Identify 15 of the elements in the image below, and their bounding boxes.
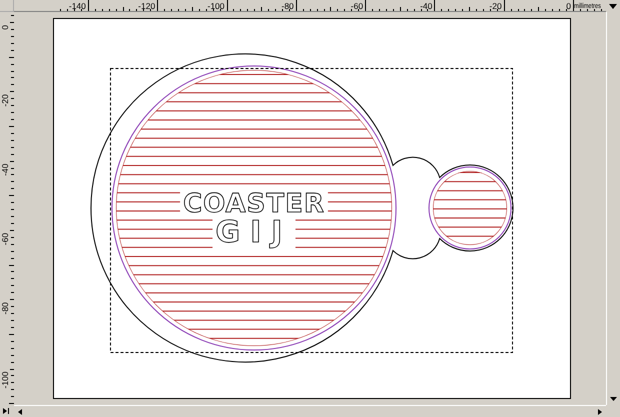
ruler-label: -80 xyxy=(282,1,294,11)
ruler-label: -100 xyxy=(207,1,224,11)
ruler-label: -140 xyxy=(68,1,86,11)
ruler-label: 0 xyxy=(566,1,571,11)
ruler-label: -100 xyxy=(0,372,10,389)
ruler-label: -40 xyxy=(420,1,432,11)
ruler-label: -60 xyxy=(0,232,10,246)
step-icon[interactable] xyxy=(0,405,12,417)
ruler-label: 0 xyxy=(0,25,10,30)
ruler-label: -40 xyxy=(0,164,10,176)
ruler-label: -20 xyxy=(0,94,10,107)
ruler-label: -80 xyxy=(0,302,10,314)
ruler-label: -60 xyxy=(350,1,364,11)
ruler-label: -20 xyxy=(489,1,502,11)
ruler-label: -120 xyxy=(138,1,156,11)
